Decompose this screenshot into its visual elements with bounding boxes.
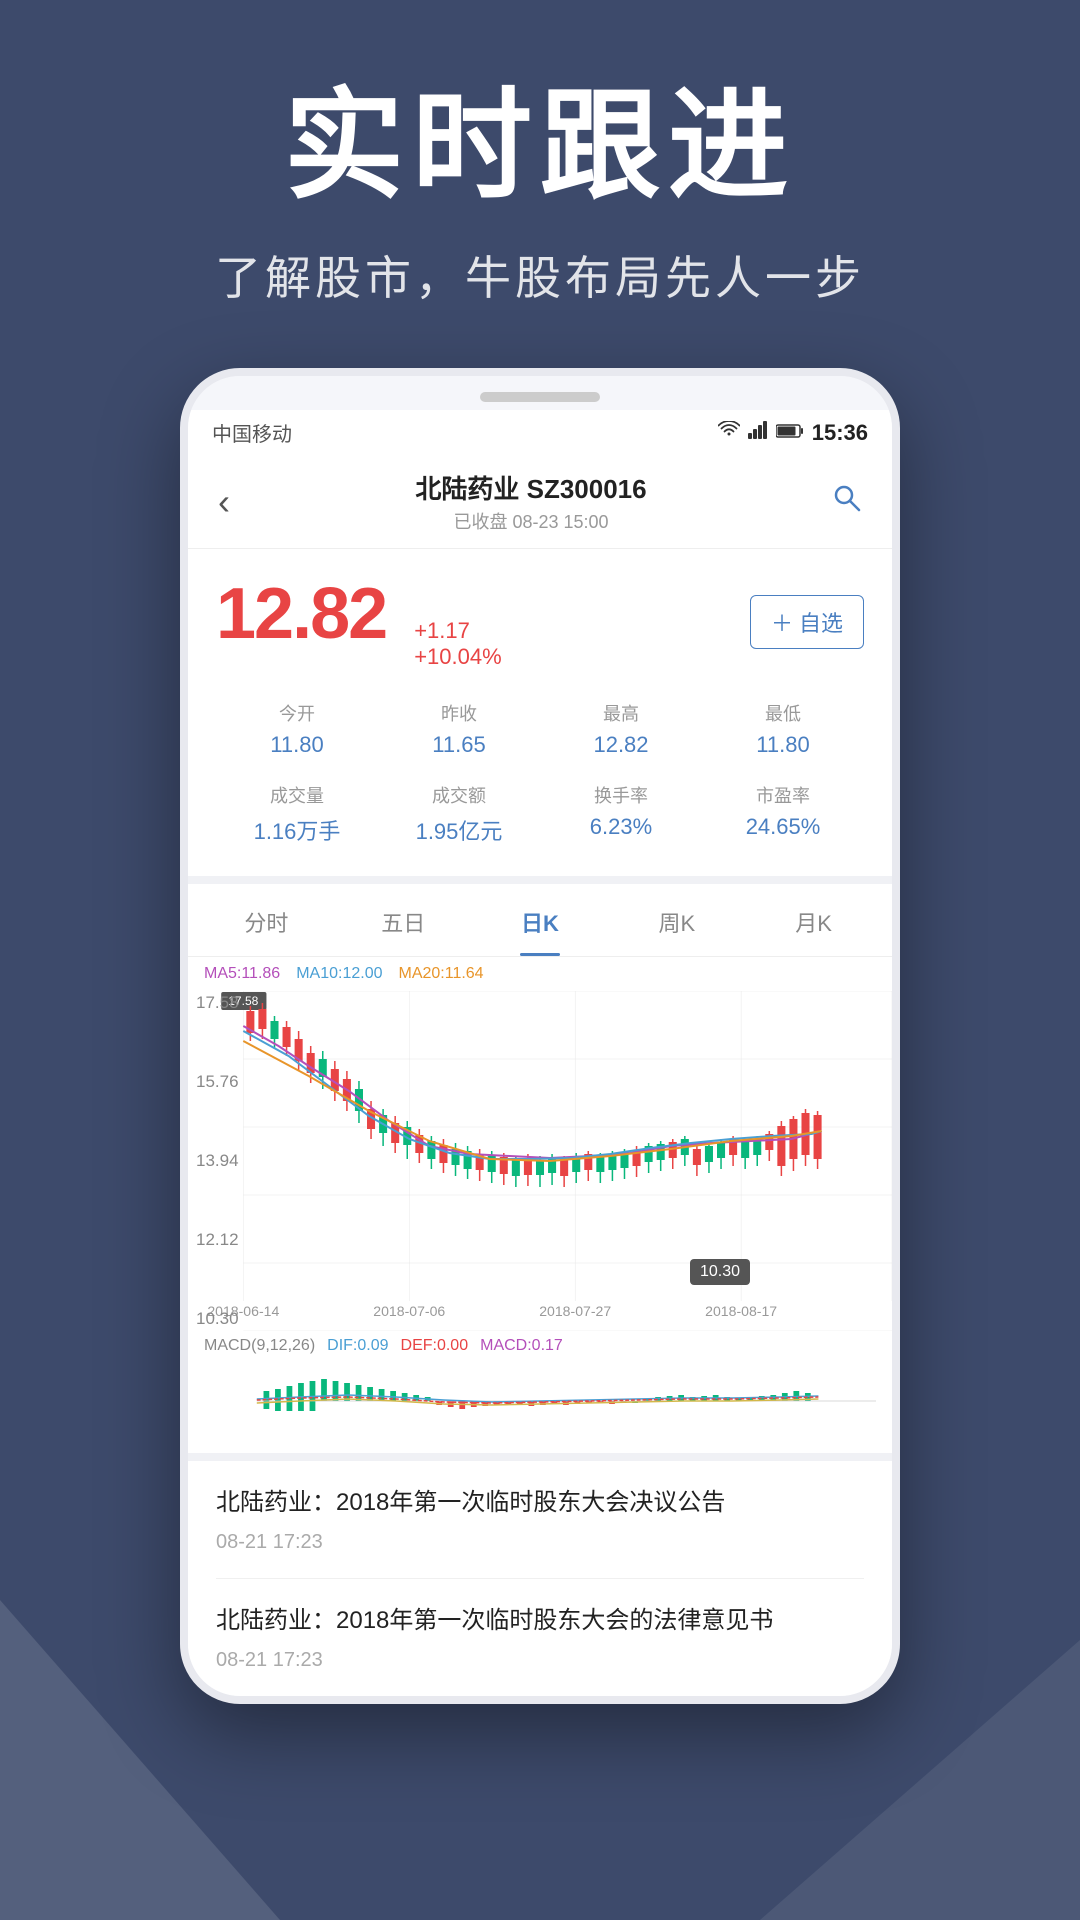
macd-section: MACD(9,12,26) DIF:0.09 DEF:0.00 MACD:0.1… <box>188 1331 892 1461</box>
stat-high: 最高 12.82 <box>540 690 702 768</box>
ma20-indicator: MA20:11.64 <box>398 965 483 983</box>
price-stats-grid: 今开 11.80 昨收 11.65 最高 12.82 最低 11.80 <box>216 690 864 856</box>
stat-high-value: 12.82 <box>540 732 702 758</box>
tab-fen-shi[interactable]: 分时 <box>198 884 335 956</box>
stat-prev-close: 昨收 11.65 <box>378 690 540 768</box>
news-title-0: 北陆药业：2018年第一次临时股东大会决议公告 <box>216 1485 864 1521</box>
ma-indicators: MA5:11.86 MA10:12.00 MA20:11.64 <box>188 957 892 991</box>
news-time-0: 08-21 17:23 <box>216 1531 864 1554</box>
macd-labels: MACD(9,12,26) DIF:0.09 DEF:0.00 MACD:0.1… <box>204 1337 876 1355</box>
main-title: 实时跟进 <box>0 80 1080 212</box>
stat-open: 今开 11.80 <box>216 690 378 768</box>
carrier-label: 中国移动 <box>212 418 292 447</box>
price-change-abs: +1.17 <box>414 618 501 644</box>
stat-pe-value: 24.65% <box>702 814 864 840</box>
price-change-block: +1.17 +10.04% <box>414 618 501 670</box>
stat-open-label: 今开 <box>216 700 378 726</box>
tab-yue-k[interactable]: 月K <box>745 884 882 956</box>
battery-icon <box>776 421 804 444</box>
stock-time-label: 已收盘 08-23 15:00 <box>240 508 822 534</box>
stat-low-label: 最低 <box>702 700 864 726</box>
hero-section: 实时跟进 了解股市，牛股布局先人一步 <box>0 0 1080 368</box>
candlestick-chart: 17.58 15.76 13.94 12.12 10.30 10.30 <box>188 991 892 1331</box>
stat-open-value: 11.80 <box>216 732 378 758</box>
svg-text:2018-06-14: 2018-06-14 <box>207 1303 279 1319</box>
watchlist-button[interactable]: ＋ 自选 <box>750 595 864 649</box>
macd-title-label: MACD(9,12,26) <box>204 1337 315 1355</box>
chart-svg: 2018-06-14 2018-07-06 2018-07-27 2018-08… <box>188 991 892 1331</box>
stat-turnover-value: 6.23% <box>540 814 702 840</box>
current-price: 12.82 <box>216 573 386 655</box>
stat-volume-label: 成交量 <box>216 782 378 808</box>
status-right: 15:36 <box>718 420 868 446</box>
sub-title: 了解股市，牛股布局先人一步 <box>0 242 1080 308</box>
main-background: 实时跟进 了解股市，牛股布局先人一步 中国移动 <box>0 0 1080 1920</box>
news-time-1: 08-21 17:23 <box>216 1649 864 1672</box>
phone-mockup: 中国移动 <box>180 368 900 1704</box>
news-section: 北陆药业：2018年第一次临时股东大会决议公告 08-21 17:23 北陆药业… <box>188 1461 892 1696</box>
macd-value-label: MACD:0.17 <box>480 1337 563 1355</box>
stat-turnover-label: 换手率 <box>540 782 702 808</box>
svg-text:17.58: 17.58 <box>228 994 258 1008</box>
macd-chart-area <box>204 1361 876 1441</box>
stat-volume-value: 1.16万手 <box>216 814 378 846</box>
stat-high-label: 最高 <box>540 700 702 726</box>
stock-name-label: 北陆药业 SZ300016 <box>240 469 822 506</box>
tab-wu-ri[interactable]: 五日 <box>335 884 472 956</box>
search-icon[interactable] <box>822 479 872 525</box>
time-label: 15:36 <box>812 420 868 446</box>
stat-prev-close-label: 昨收 <box>378 700 540 726</box>
phone-container: 中国移动 <box>0 368 1080 1704</box>
tab-zhou-k[interactable]: 周K <box>608 884 745 956</box>
price-row: 12.82 +1.17 +10.04% ＋ 自选 <box>216 573 864 670</box>
ma5-indicator: MA5:11.86 <box>204 965 280 983</box>
stat-pe-label: 市盈率 <box>702 782 864 808</box>
stat-low-value: 11.80 <box>702 732 864 758</box>
watchlist-label: 自选 <box>799 606 843 638</box>
svg-text:2018-07-06: 2018-07-06 <box>373 1303 445 1319</box>
stat-amount-value: 1.95亿元 <box>378 814 540 846</box>
stat-low: 最低 11.80 <box>702 690 864 768</box>
chart-tooltip: 10.30 <box>690 1259 750 1285</box>
svg-text:2018-08-17: 2018-08-17 <box>705 1303 777 1319</box>
nav-title-block: 北陆药业 SZ300016 已收盘 08-23 15:00 <box>240 469 822 534</box>
stat-amount: 成交额 1.95亿元 <box>378 772 540 856</box>
plus-icon: ＋ <box>771 606 793 638</box>
price-section: 12.82 +1.17 +10.04% ＋ 自选 今开 11.80 <box>188 549 892 884</box>
svg-text:2018-07-27: 2018-07-27 <box>539 1303 611 1319</box>
stat-pe: 市盈率 24.65% <box>702 772 864 856</box>
chart-tabs: 分时 五日 日K 周K 月K <box>188 884 892 957</box>
macd-dif-label: DIF:0.09 <box>327 1337 388 1355</box>
stat-volume: 成交量 1.16万手 <box>216 772 378 856</box>
ma10-indicator: MA10:12.00 <box>296 965 382 983</box>
wifi-icon <box>718 421 740 445</box>
news-item-1[interactable]: 北陆药业：2018年第一次临时股东大会的法律意见书 08-21 17:23 <box>216 1579 864 1696</box>
tab-ri-k[interactable]: 日K <box>472 884 609 956</box>
stat-amount-label: 成交额 <box>378 782 540 808</box>
signal-icon <box>748 421 768 445</box>
price-change-pct: +10.04% <box>414 644 501 670</box>
phone-notch <box>188 376 892 410</box>
top-nav: ‹ 北陆药业 SZ300016 已收盘 08-23 15:00 <box>188 455 892 549</box>
back-button[interactable]: ‹ <box>208 477 240 527</box>
status-bar: 中国移动 <box>188 410 892 455</box>
news-title-1: 北陆药业：2018年第一次临时股东大会的法律意见书 <box>216 1603 864 1639</box>
macd-def-label: DEF:0.00 <box>401 1337 469 1355</box>
stat-prev-close-value: 11.65 <box>378 732 540 758</box>
phone-speaker <box>480 392 600 402</box>
news-item-0[interactable]: 北陆药业：2018年第一次临时股东大会决议公告 08-21 17:23 <box>216 1461 864 1579</box>
stat-turnover: 换手率 6.23% <box>540 772 702 856</box>
